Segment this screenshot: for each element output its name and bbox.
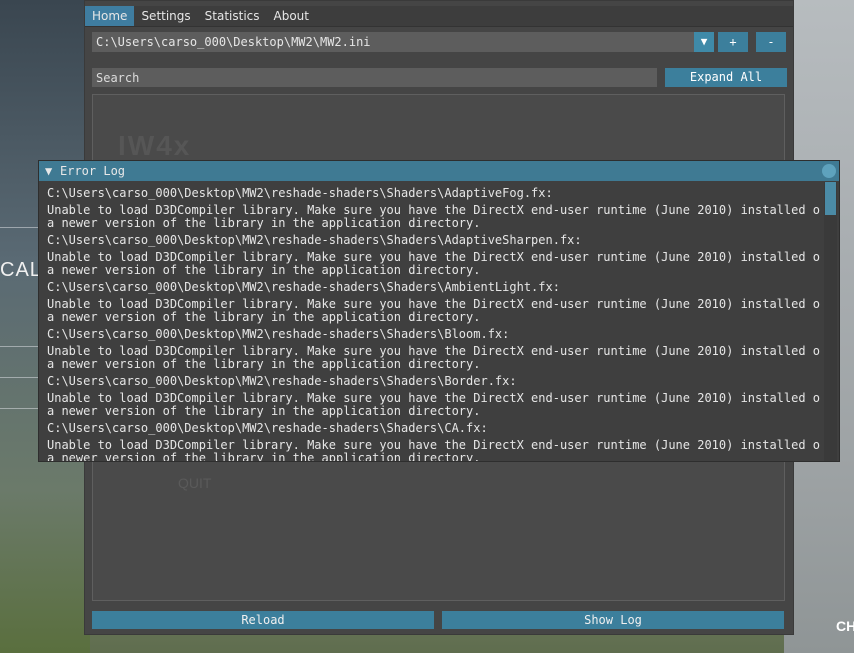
log-entry-message: Unable to load D3DCompiler library. Make… <box>47 438 822 462</box>
close-icon[interactable] <box>822 164 836 178</box>
log-entry: C:\Users\carso_000\Desktop\MW2\reshade-s… <box>47 374 822 418</box>
log-entry-message: Unable to load D3DCompiler library. Make… <box>47 203 822 230</box>
chevron-down-icon[interactable]: ▼ <box>694 32 714 52</box>
log-entry: C:\Users\carso_000\Desktop\MW2\reshade-s… <box>47 421 822 461</box>
log-entry-message: Unable to load D3DCompiler library. Make… <box>47 391 822 418</box>
error-log-scrollbar[interactable] <box>824 182 837 461</box>
log-entry-path: C:\Users\carso_000\Desktop\MW2\reshade-s… <box>47 374 517 388</box>
log-entry: C:\Users\carso_000\Desktop\MW2\reshade-s… <box>47 280 822 324</box>
log-entry: C:\Users\carso_000\Desktop\MW2\reshade-s… <box>47 233 822 277</box>
log-entry-path: C:\Users\carso_000\Desktop\MW2\reshade-s… <box>47 327 510 341</box>
scrollbar-thumb[interactable] <box>825 182 836 215</box>
background-logo: IW4x <box>118 130 192 161</box>
menu-bar: Home Settings Statistics About <box>85 6 793 27</box>
log-entry-message: Unable to load D3DCompiler library. Make… <box>47 297 822 324</box>
collapse-triangle-icon[interactable]: ▼ <box>45 161 52 181</box>
log-entry-path: C:\Users\carso_000\Desktop\MW2\reshade-s… <box>47 186 553 200</box>
error-log-body: C:\Users\carso_000\Desktop\MW2\reshade-s… <box>47 186 822 461</box>
preset-row: C:\Users\carso_000\Desktop\MW2\MW2.ini ▼… <box>92 32 786 52</box>
show-log-button[interactable]: Show Log <box>442 611 784 629</box>
tab-about[interactable]: About <box>267 6 316 26</box>
log-entry: C:\Users\carso_000\Desktop\MW2\reshade-s… <box>47 186 822 230</box>
game-corner-text: CH <box>836 618 854 634</box>
remove-preset-button[interactable]: - <box>756 32 786 52</box>
error-log-titlebar[interactable]: ▼ Error Log <box>39 161 839 181</box>
preset-select[interactable]: C:\Users\carso_000\Desktop\MW2\MW2.ini <box>92 32 712 52</box>
background-quit-text: QUIT <box>178 475 212 491</box>
log-entry-path: C:\Users\carso_000\Desktop\MW2\reshade-s… <box>47 280 560 294</box>
log-entry-message: Unable to load D3DCompiler library. Make… <box>47 250 822 277</box>
add-preset-button[interactable]: + <box>718 32 748 52</box>
error-log-window: ▼ Error Log C:\Users\carso_000\Desktop\M… <box>39 161 839 461</box>
error-log-title: Error Log <box>60 164 126 178</box>
tab-statistics[interactable]: Statistics <box>198 6 267 26</box>
search-row: Expand All <box>92 68 787 88</box>
tab-home[interactable]: Home <box>85 6 135 26</box>
tab-settings[interactable]: Settings <box>134 6 197 26</box>
reload-button[interactable]: Reload <box>92 611 434 629</box>
expand-all-button[interactable]: Expand All <box>665 68 787 87</box>
log-entry-path: C:\Users\carso_000\Desktop\MW2\reshade-s… <box>47 233 582 247</box>
search-input[interactable] <box>92 68 657 87</box>
log-entry-path: C:\Users\carso_000\Desktop\MW2\reshade-s… <box>47 421 488 435</box>
log-entry-message: Unable to load D3DCompiler library. Make… <box>47 344 822 371</box>
log-entry: C:\Users\carso_000\Desktop\MW2\reshade-s… <box>47 327 822 371</box>
